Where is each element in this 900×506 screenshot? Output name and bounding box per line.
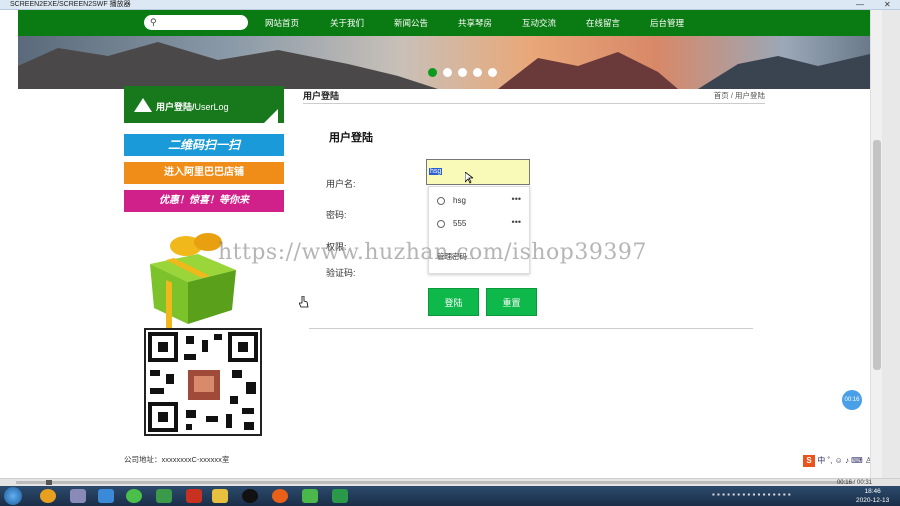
banner-dot[interactable]: [458, 68, 467, 77]
banner-dot[interactable]: [443, 68, 452, 77]
nav-item-about[interactable]: 关于我们: [330, 10, 364, 36]
close-button[interactable]: ✕: [884, 0, 891, 10]
login-panel: 用户登陆 首页 / 用户登陆 用户登陆 用户名: 密码: 权限: 验证码: hs…: [303, 86, 765, 336]
autocomplete-item[interactable]: 555 •••: [429, 214, 529, 236]
app-icon[interactable]: [126, 489, 142, 503]
vertical-scrollbar[interactable]: [870, 10, 882, 478]
nav-item-forum[interactable]: 互动交流: [522, 10, 556, 36]
username-label: 用户名:: [326, 179, 356, 189]
nav-item-messages[interactable]: 在线留言: [586, 10, 620, 36]
window-title: SCREEN2EXE/SCREEN2SWF 播放器: [10, 1, 131, 8]
sidebar-heading-cn: 用户登陆/: [156, 102, 195, 112]
qq-icon[interactable]: [242, 489, 258, 503]
sogou-icon[interactable]: S: [803, 455, 815, 467]
scroll-thumb[interactable]: [873, 140, 881, 370]
player-app-icon[interactable]: [332, 489, 348, 503]
gift-box-image: [150, 233, 236, 328]
corner-triangle: [264, 109, 278, 123]
wechat-icon[interactable]: [302, 489, 318, 503]
watermark: https://www.huzhan.com/ishop39397: [218, 240, 647, 265]
nav-item-piano-rooms[interactable]: 共享琴房: [458, 10, 492, 36]
mountain-graphic: [18, 42, 870, 89]
qr-code: [144, 328, 262, 436]
mouse-cursor-icon: [465, 172, 473, 184]
app-icon[interactable]: [156, 489, 172, 503]
panel-header: 用户登陆 首页 / 用户登陆: [303, 86, 765, 104]
search-input[interactable]: ⚲: [144, 15, 248, 30]
password-label: 密码:: [326, 210, 347, 220]
username-value: hsg: [429, 168, 443, 175]
breadcrumb[interactable]: 首页 / 用户登陆: [714, 90, 765, 101]
more-icon[interactable]: •••: [512, 194, 521, 204]
sidebar: 用户登陆/UserLog 二维码扫一扫 进入阿里巴巴店铺 优惠！惊喜！等你来 公…: [124, 86, 284, 464]
nav-item-news[interactable]: 新闻公告: [394, 10, 428, 36]
shop-ad[interactable]: 二维码扫一扫 进入阿里巴巴店铺 优惠！惊喜！等你来: [124, 134, 284, 216]
tree-icon: [134, 98, 152, 112]
reset-button[interactable]: 重置: [486, 288, 537, 316]
globe-icon: [437, 220, 445, 228]
progress-track[interactable]: [16, 481, 854, 484]
nav-item-home[interactable]: 网站首页: [265, 10, 299, 36]
clock[interactable]: 18:46 2020-12-13: [856, 487, 889, 505]
search-icon: ⚲: [150, 17, 157, 27]
banner-dot[interactable]: [488, 68, 497, 77]
clock-date: 2020-12-13: [856, 497, 890, 504]
top-nav: ⚲ 网站首页 关于我们 新闻公告 共享琴房 互动交流 在线留言 后台管理: [18, 10, 870, 36]
divider: [309, 328, 753, 329]
banner-image: [18, 36, 870, 89]
form-title: 用户登陆: [329, 132, 373, 144]
app-icon[interactable]: [98, 489, 114, 503]
minimize-button[interactable]: —: [856, 0, 864, 10]
timer-badge[interactable]: 00:16: [842, 390, 862, 410]
more-icon[interactable]: •••: [512, 217, 521, 227]
clock-time: 18:46: [864, 488, 881, 495]
system-tray[interactable]: ▪ ▪ ▪ ▪ ▪ ▪ ▪ ▪ ▪ ▪ ▪ ▪ ▪ ▪ ▪ ▪: [712, 490, 791, 499]
window-edge: [882, 10, 900, 478]
sidebar-heading: 用户登陆/UserLog: [124, 86, 284, 123]
app-icon[interactable]: [70, 489, 86, 503]
username-input[interactable]: hsg: [426, 159, 530, 185]
login-button[interactable]: 登陆: [428, 288, 479, 316]
banner-pager: [428, 68, 503, 79]
hand-cursor-icon: [299, 296, 309, 308]
globe-icon: [437, 197, 445, 205]
autocomplete-item[interactable]: hsg •••: [429, 191, 529, 213]
window-titlebar: SCREEN2EXE/SCREEN2SWF 播放器 — ✕: [0, 0, 900, 10]
ad-line-shop: 进入阿里巴巴店铺: [124, 162, 284, 184]
ad-line-qr: 二维码扫一扫: [124, 134, 284, 156]
progress-knob[interactable]: [46, 480, 52, 485]
chrome-icon[interactable]: [40, 489, 56, 503]
player-progress[interactable]: 00:16 / 00:31: [0, 478, 900, 486]
folder-icon[interactable]: [212, 489, 228, 503]
flash-icon[interactable]: [186, 489, 202, 503]
panel-title: 用户登陆: [303, 91, 340, 101]
sidebar-heading-en: UserLog: [194, 102, 229, 112]
banner-dot[interactable]: [473, 68, 482, 77]
taskbar: ▪ ▪ ▪ ▪ ▪ ▪ ▪ ▪ ▪ ▪ ▪ ▪ ▪ ▪ ▪ ▪ 18:46 202…: [0, 486, 900, 506]
company-address: 公司地址：xxxxxxxxC-xxxxxx室: [124, 455, 230, 464]
captcha-label: 验证码:: [326, 268, 356, 278]
banner-dot[interactable]: [428, 68, 437, 77]
start-button[interactable]: [4, 487, 22, 505]
nav-item-admin[interactable]: 后台管理: [650, 10, 684, 36]
ad-line-promo: 优惠！惊喜！等你来: [124, 190, 284, 212]
app-icon[interactable]: [272, 489, 288, 503]
